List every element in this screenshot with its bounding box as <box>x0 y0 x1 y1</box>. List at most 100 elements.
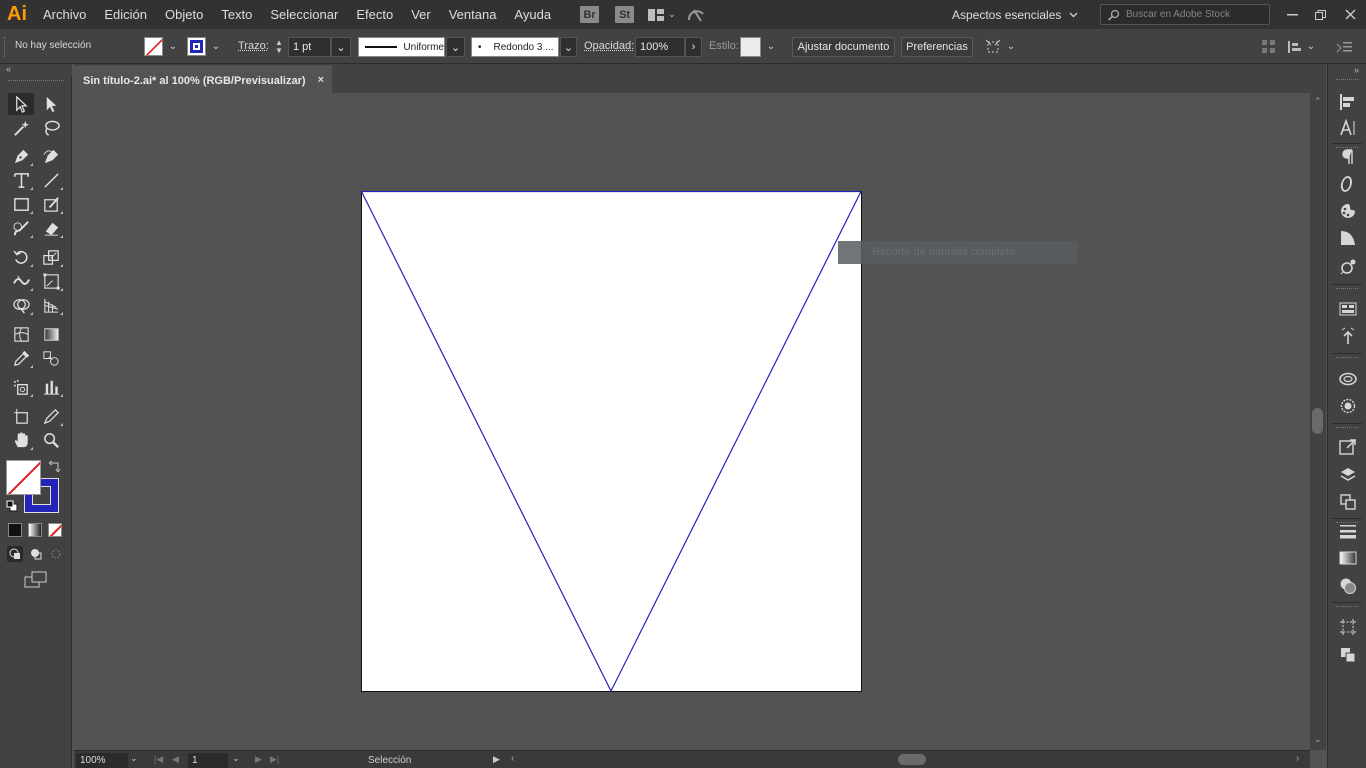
distribute-chevron-icon[interactable]: ⌄ <box>1305 41 1317 53</box>
transform-icon[interactable] <box>984 38 1002 56</box>
menu-item-seleccionar[interactable]: Seleccionar <box>261 0 347 29</box>
asset-export-icon[interactable] <box>1337 436 1358 457</box>
menu-item-ayuda[interactable]: Ayuda <box>505 0 560 29</box>
opacity-label[interactable]: Opacidad: <box>584 40 634 52</box>
bridge-button[interactable]: Br <box>580 6 600 23</box>
transform-panel-icon[interactable] <box>1337 616 1358 637</box>
paintbrush-tool-icon[interactable] <box>8 217 34 239</box>
column-graph-tool-icon[interactable] <box>38 376 64 398</box>
lasso-tool-icon[interactable] <box>38 117 64 139</box>
opacity-arrow-icon[interactable]: › <box>685 37 702 57</box>
preferences-button[interactable]: Preferencias <box>901 37 973 57</box>
blend-tool-icon[interactable] <box>38 347 64 369</box>
first-artboard-icon[interactable]: |◀ <box>154 754 163 765</box>
color-mode-icon[interactable] <box>8 523 22 537</box>
scroll-up-icon[interactable]: ⌃ <box>1314 96 1322 107</box>
stroke-weight-dropdown[interactable]: ⌄ <box>331 37 351 57</box>
align-icon[interactable] <box>1337 91 1358 112</box>
scroll-down-icon[interactable]: ⌄ <box>1314 734 1322 745</box>
hand-tool-icon[interactable] <box>8 429 34 451</box>
artboard-chevron-icon[interactable]: ⌄ <box>232 753 240 764</box>
mesh-tool-icon[interactable] <box>8 323 34 345</box>
artboard-tool-icon[interactable] <box>8 405 34 427</box>
stock-search-field[interactable]: Buscar en Adobe Stock <box>1100 4 1270 25</box>
document-tab[interactable]: Sin título-2.ai* al 100% (RGB/Previsuali… <box>74 66 332 93</box>
direct-selection-tool-icon[interactable] <box>38 93 64 115</box>
symbols-icon[interactable] <box>1337 256 1358 277</box>
last-artboard-icon[interactable]: ▶| <box>270 754 279 765</box>
magic-wand-tool-icon[interactable] <box>8 117 34 139</box>
opentype-icon[interactable] <box>1337 173 1358 194</box>
libraries-icon[interactable] <box>1337 298 1358 319</box>
selection-tool-icon[interactable] <box>8 93 34 115</box>
perspective-grid-tool-icon[interactable] <box>38 294 64 316</box>
close-tab-icon[interactable]: × <box>318 74 324 86</box>
rectangle-tool-icon[interactable] <box>8 193 34 215</box>
draw-normal-icon[interactable] <box>7 546 23 562</box>
align-panel-icon[interactable] <box>1262 40 1276 54</box>
zoom-chevron-icon[interactable]: ⌄ <box>130 753 138 764</box>
brush-dropdown[interactable]: • Redondo 3 ... <box>471 37 559 57</box>
gradient-panel-icon[interactable] <box>1337 547 1358 568</box>
slice-tool-icon[interactable] <box>38 405 64 427</box>
fill-color-box[interactable] <box>6 460 41 495</box>
artboard[interactable] <box>361 191 862 692</box>
scroll-right-icon[interactable]: › <box>1296 753 1299 764</box>
dock-grip[interactable] <box>1336 288 1358 290</box>
fit-document-button[interactable]: Ajustar documento <box>792 37 895 57</box>
stroke-label[interactable]: Trazo: <box>238 40 269 52</box>
dock-grip[interactable] <box>1336 606 1358 608</box>
curvature-tool-icon[interactable] <box>38 145 64 167</box>
opacity-field[interactable]: 100% <box>635 37 685 57</box>
eraser-tool-icon[interactable] <box>38 217 64 239</box>
dock-grip[interactable] <box>1336 79 1358 81</box>
line-tool-icon[interactable] <box>38 169 64 191</box>
style-chevron-icon[interactable]: ⌄ <box>765 41 777 53</box>
stroke-weight-stepper[interactable]: ▲ ▼ <box>270 37 288 57</box>
toolbar-grip[interactable] <box>8 80 64 82</box>
style-swatch[interactable] <box>740 37 761 57</box>
fill-swatch[interactable] <box>144 37 163 56</box>
creative-cloud-icon[interactable] <box>1337 367 1358 388</box>
swap-colors-icon[interactable] <box>48 460 61 473</box>
layers-icon[interactable] <box>1337 464 1358 485</box>
arrange-documents-icon[interactable]: ⌄ <box>648 6 678 24</box>
menu-item-texto[interactable]: Texto <box>212 0 261 29</box>
zoom-tool-icon[interactable] <box>38 429 64 451</box>
draw-inside-icon[interactable] <box>48 546 64 562</box>
workspace-switcher[interactable]: Aspectos esenciales <box>952 8 1086 22</box>
stock-button[interactable]: St <box>615 6 635 23</box>
export-icon[interactable] <box>1337 325 1358 346</box>
menu-item-archivo[interactable]: Archivo <box>34 0 95 29</box>
character-icon[interactable] <box>1337 117 1358 138</box>
prev-artboard-icon[interactable]: ◀ <box>172 754 179 765</box>
screen-mode-icon[interactable] <box>24 571 48 589</box>
draw-behind-icon[interactable] <box>28 546 44 562</box>
stroke-weight-field[interactable]: 1 pt <box>288 37 331 57</box>
symbol-sprayer-tool-icon[interactable] <box>8 376 34 398</box>
shape-builder-tool-icon[interactable] <box>8 294 34 316</box>
gpu-performance-icon[interactable] <box>686 6 708 24</box>
minimize-button[interactable] <box>1278 0 1306 29</box>
transparency-icon[interactable] <box>1337 575 1358 596</box>
paragraph-icon[interactable] <box>1337 146 1358 167</box>
none-mode-icon[interactable] <box>48 523 62 537</box>
stroke-panel-icon[interactable] <box>1337 520 1358 541</box>
scale-tool-icon[interactable] <box>38 246 64 268</box>
type-tool-icon[interactable] <box>8 169 34 191</box>
width-tool-icon[interactable] <box>8 270 34 292</box>
stroke-profile-dropdown[interactable]: Uniforme <box>358 37 445 57</box>
restore-button[interactable] <box>1306 0 1334 29</box>
close-window-button[interactable] <box>1334 0 1366 29</box>
pen-tool-icon[interactable] <box>8 145 34 167</box>
stroke-chevron-icon[interactable]: ⌄ <box>210 41 222 53</box>
vertical-scroll-thumb[interactable] <box>1312 408 1323 434</box>
gradient-mode-icon[interactable] <box>28 523 42 537</box>
color-guide-icon[interactable] <box>1337 200 1358 221</box>
appearance-icon[interactable] <box>1337 395 1358 416</box>
panel-menu-icon[interactable] <box>1335 40 1353 54</box>
zoom-field[interactable]: 100% <box>76 753 128 768</box>
transform-chevron-icon[interactable]: ⌄ <box>1005 41 1017 53</box>
artboard-number-field[interactable]: 1 <box>188 753 228 768</box>
pathfinder-icon[interactable] <box>1337 644 1358 665</box>
